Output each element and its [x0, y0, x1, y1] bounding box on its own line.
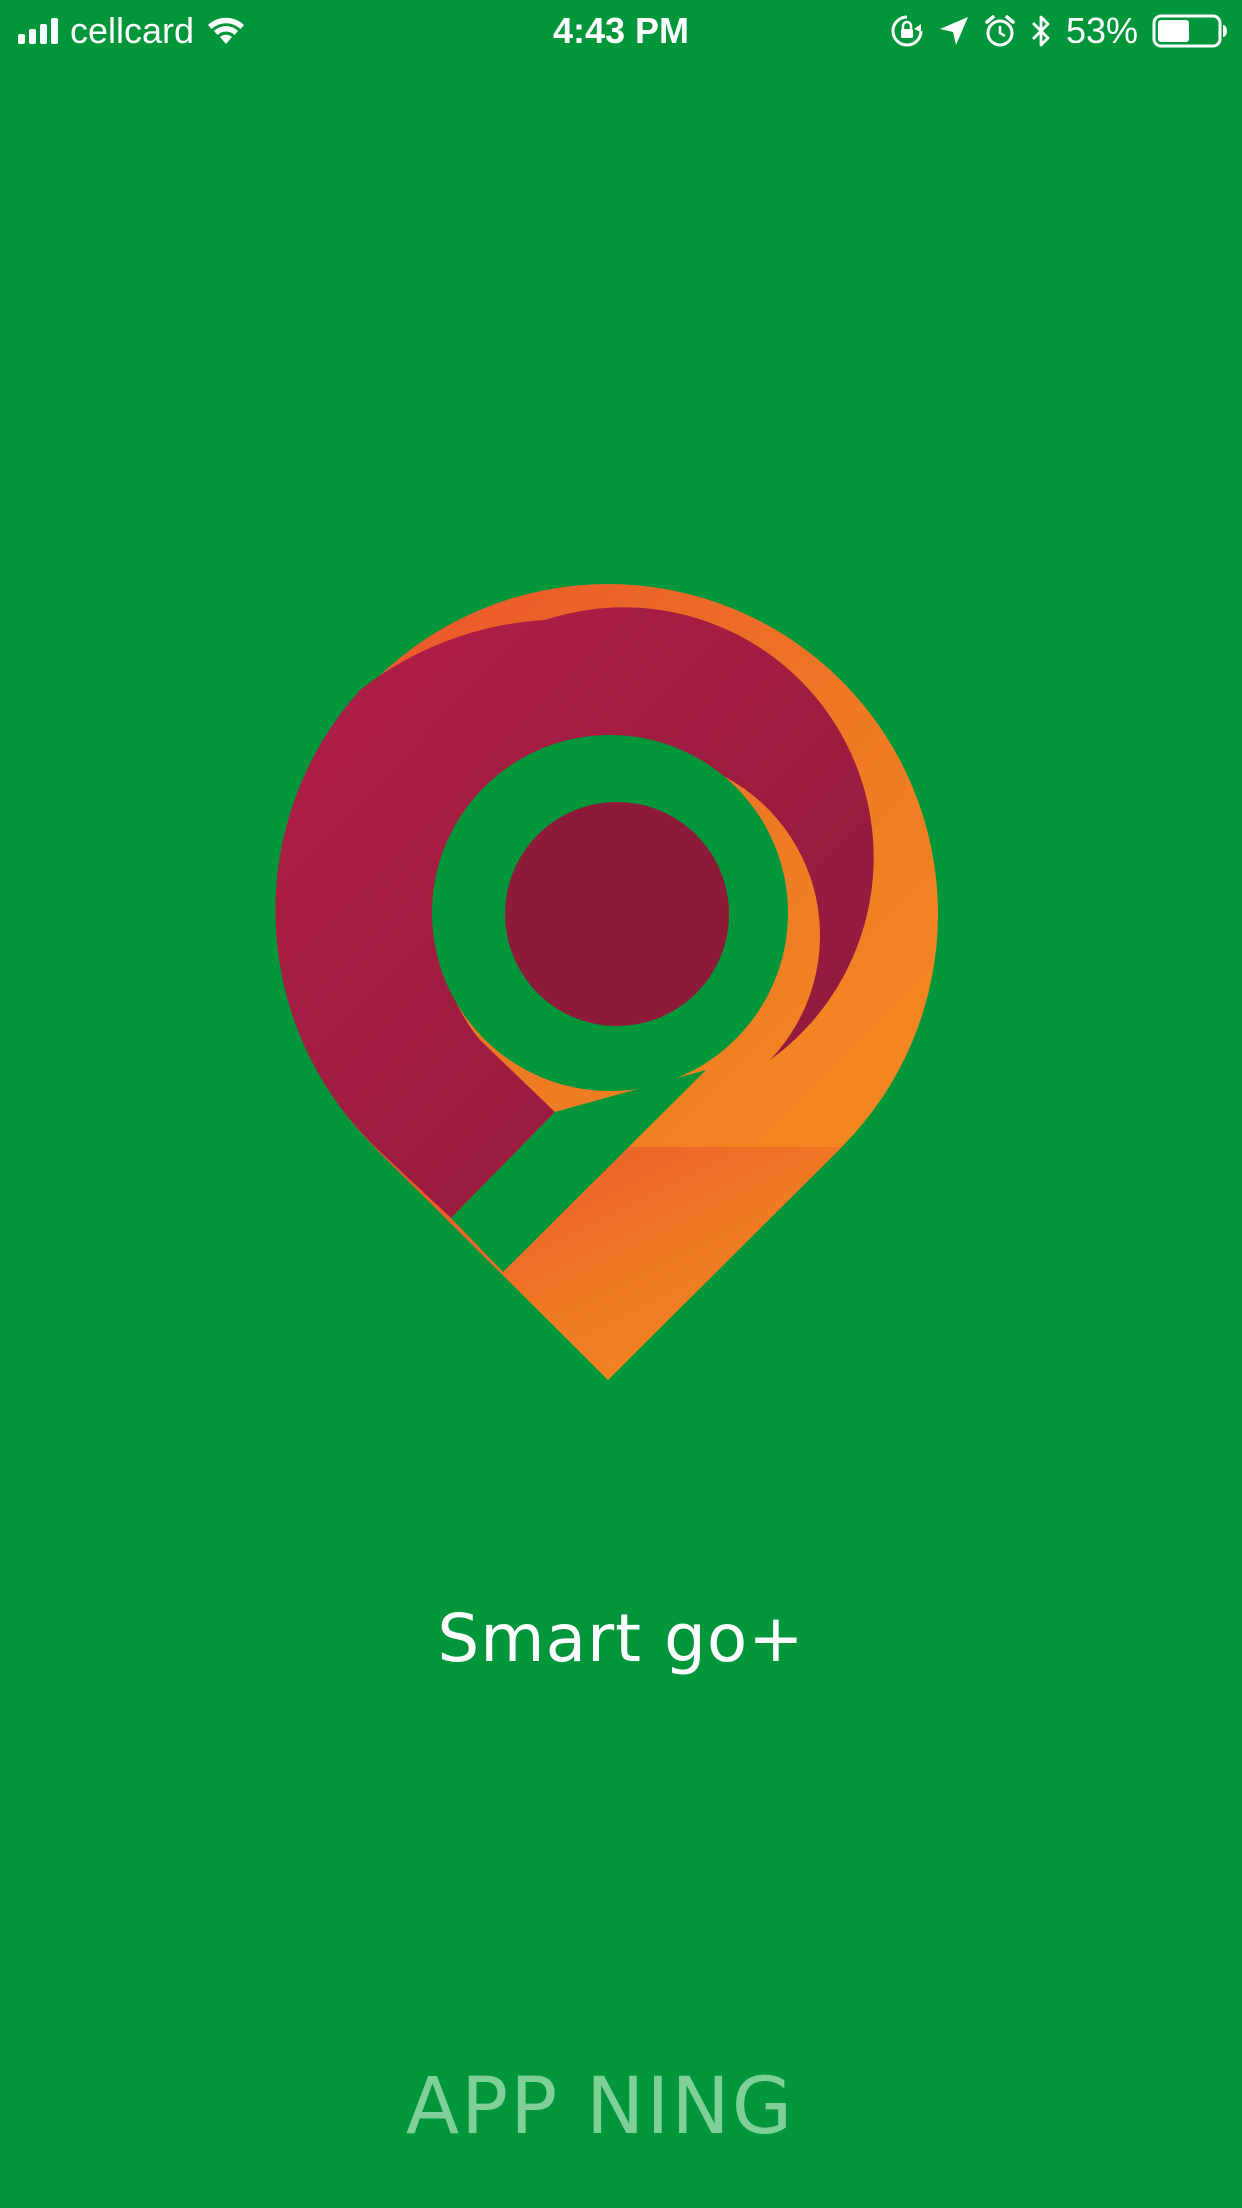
app-title: Smart go+ [437, 1600, 805, 1677]
logo-center-dot [505, 802, 729, 1026]
app-footer-text: APP NING [405, 2062, 795, 2152]
smart-go-pin-logo [275, 584, 938, 1380]
